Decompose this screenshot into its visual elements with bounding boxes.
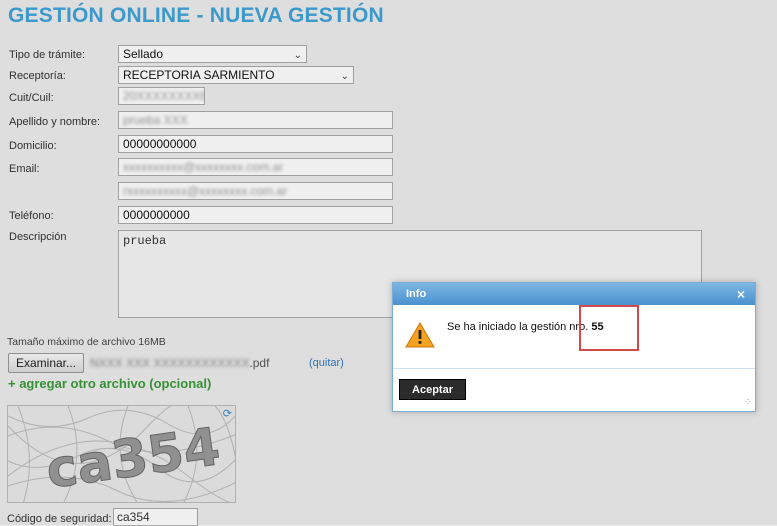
- warning-icon: [405, 322, 435, 348]
- add-file-link[interactable]: + agregar otro archivo (opcional): [8, 376, 211, 391]
- dialog-message-text: Se ha iniciado la gestión nro.: [447, 321, 589, 333]
- captcha-noise: ca354: [8, 406, 235, 502]
- close-icon[interactable]: ×: [737, 283, 745, 305]
- resize-grip-icon[interactable]: ⁘: [744, 397, 752, 408]
- email-confirm-value: rxxxxxxxxxx@xxxxxxxx.com.ar: [123, 184, 288, 198]
- receptoria-label: Receptoría:: [9, 70, 66, 82]
- page-title: GESTIÓN ONLINE - NUEVA GESTIÓN: [8, 4, 384, 27]
- apellido-value: prueba XXX: [123, 113, 188, 127]
- captcha-image: ca354 ⟳: [7, 405, 236, 503]
- dialog-title: Info: [406, 288, 427, 300]
- receptoria-select[interactable]: RECEPTORIA SARMIENTO ⌄: [118, 66, 354, 84]
- apellido-input[interactable]: prueba XXX: [118, 111, 393, 129]
- captcha-text: ca354: [43, 417, 224, 501]
- dialog-titlebar[interactable]: Info ×: [393, 283, 755, 305]
- domicilio-label: Domicilio:: [9, 140, 57, 152]
- email-input[interactable]: xxxxxxxxxx@xxxxxxxx.com.ar: [118, 158, 393, 176]
- chevron-down-icon: ⌄: [340, 71, 349, 82]
- highlight-box: [579, 305, 639, 351]
- email-label: Email:: [9, 163, 40, 175]
- descripcion-label: Descripción: [9, 231, 67, 243]
- browse-file-button[interactable]: Examinar...: [8, 353, 84, 373]
- email-confirm-input[interactable]: rxxxxxxxxxx@xxxxxxxx.com.ar: [118, 182, 393, 200]
- telefono-label: Teléfono:: [9, 210, 54, 222]
- security-code-label: Código de seguridad:: [7, 513, 112, 525]
- tipo-tramite-value: Sellado: [123, 47, 164, 61]
- descripcion-value: prueba: [123, 234, 167, 248]
- domicilio-input[interactable]: 00000000000: [118, 135, 393, 153]
- receptoria-value: RECEPTORIA SARMIENTO: [123, 68, 275, 82]
- remove-file-link[interactable]: (quitar): [309, 357, 344, 369]
- cuit-input[interactable]: 20XXXXXXXX6: [118, 87, 205, 105]
- chevron-down-icon: ⌄: [293, 50, 302, 61]
- file-name-hidden: NXXX XXX XXXXXXXXXXXX: [90, 356, 250, 370]
- max-file-size-text: Tamaño máximo de archivo 16MB: [7, 336, 166, 348]
- email-value: xxxxxxxxxx@xxxxxxxx.com.ar: [123, 160, 284, 174]
- cuit-value: 20XXXXXXXX6: [123, 89, 205, 103]
- telefono-input[interactable]: 0000000000: [118, 206, 393, 224]
- info-dialog: Info × Se ha iniciado la gestión nro. 55…: [392, 282, 756, 412]
- security-code-input[interactable]: ca354: [113, 508, 198, 526]
- apellido-label: Apellido y nombre:: [9, 116, 101, 128]
- file-name: NXXX XXX XXXXXXXXXXXX.pdf: [90, 356, 269, 370]
- tipo-tramite-label: Tipo de trámite:: [9, 49, 86, 61]
- reload-icon[interactable]: ⟳: [223, 407, 232, 420]
- security-code-value: ca354: [117, 510, 150, 524]
- tipo-tramite-select[interactable]: Sellado ⌄: [118, 45, 307, 63]
- accept-button[interactable]: Aceptar: [399, 379, 466, 400]
- dialog-divider: [393, 368, 755, 369]
- cuit-label: Cuit/Cuil:: [9, 92, 54, 104]
- domicilio-value: 00000000000: [123, 137, 197, 151]
- file-ext: .pdf: [249, 356, 270, 370]
- telefono-value: 0000000000: [123, 208, 190, 222]
